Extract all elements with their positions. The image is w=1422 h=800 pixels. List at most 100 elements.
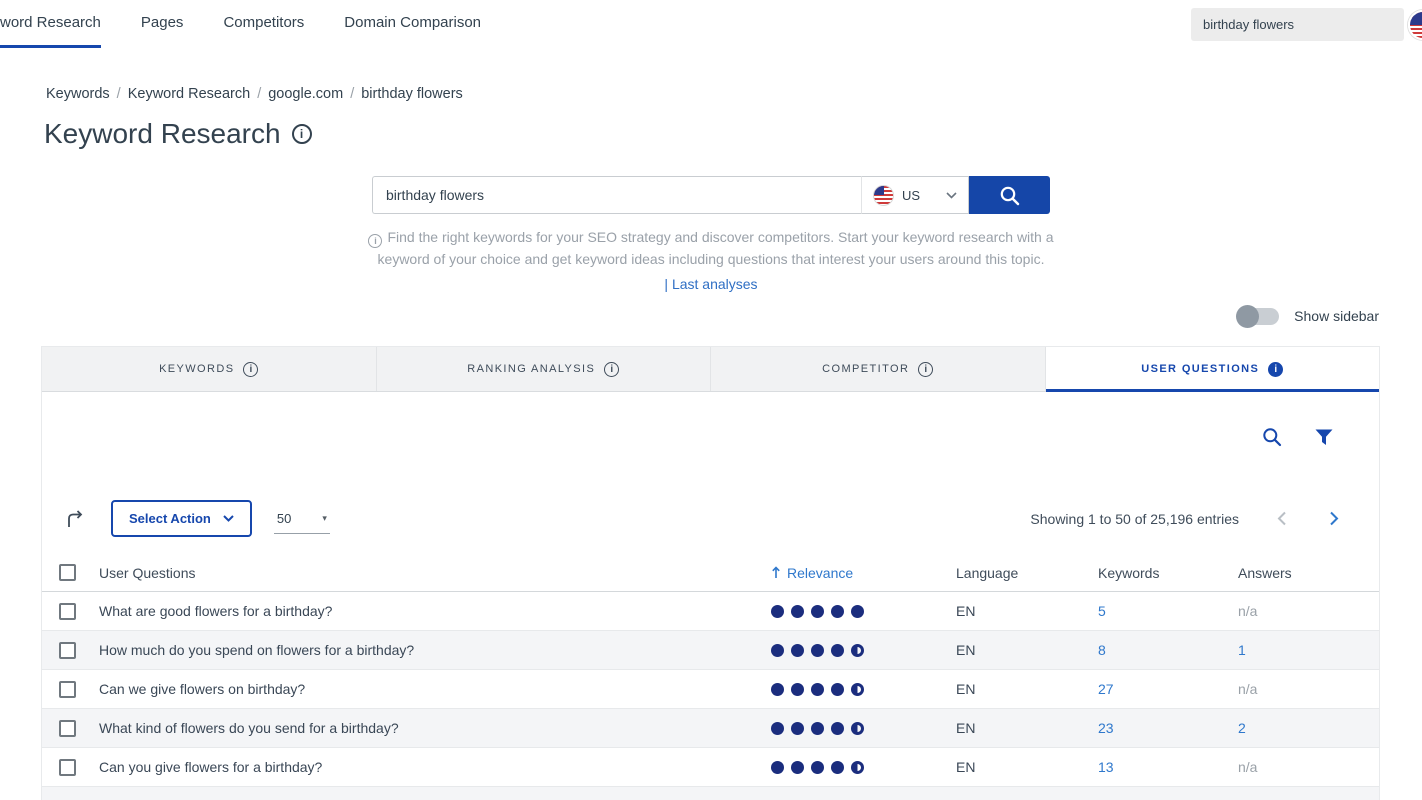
relevance-dot (791, 644, 804, 657)
question-cell: What are good flowers for a birthday? (99, 603, 771, 619)
breadcrumb-separator: / (350, 86, 354, 102)
answers-value: n/a (1238, 603, 1257, 619)
nav-item-domain-comparison[interactable]: Domain Comparison (344, 0, 481, 48)
table-body: What are good flowers for a birthday? EN 5… (42, 592, 1379, 787)
answers-count-link[interactable]: 1 (1238, 642, 1246, 658)
topnav-search-input[interactable] (1191, 8, 1404, 41)
chevron-down-icon (946, 186, 957, 204)
relevance-cell (771, 605, 956, 618)
keywords-count-link[interactable]: 13 (1098, 759, 1114, 775)
answers-value: n/a (1238, 759, 1257, 775)
row-checkbox[interactable] (59, 681, 76, 698)
relevance-dot (831, 683, 844, 696)
question-cell: What kind of flowers do you send for a b… (99, 720, 771, 736)
toggle-knob (1236, 305, 1259, 328)
keywords-count-link[interactable]: 23 (1098, 720, 1114, 736)
search-icon (999, 185, 1020, 206)
relevance-dot (851, 761, 864, 774)
relevance-dot (851, 605, 864, 618)
breadcrumb-separator: / (257, 86, 261, 102)
relevance-dot (851, 644, 864, 657)
tab-label: COMPETITOR (822, 363, 909, 375)
info-icon (918, 362, 933, 377)
tab-label: KEYWORDS (159, 363, 234, 375)
relevance-dot (771, 761, 784, 774)
search-description: Find the right keywords for your SEO str… (0, 226, 1422, 270)
top-nav: word Research Pages Competitors Domain Comp… (0, 0, 1422, 48)
column-header-relevance[interactable]: Relevance (771, 565, 853, 581)
column-header-language[interactable]: Language (956, 565, 1098, 581)
keywords-count-link[interactable]: 27 (1098, 681, 1114, 697)
relevance-dot (791, 722, 804, 735)
show-sidebar-toggle[interactable] (1237, 308, 1279, 325)
select-action-button[interactable]: Select Action (111, 500, 252, 537)
tab-label: USER QUESTIONS (1141, 363, 1259, 375)
breadcrumb-item-keywords[interactable]: Keywords (46, 86, 110, 102)
relevance-dot (811, 644, 824, 657)
page-title-text: Keyword Research (44, 118, 281, 150)
info-icon[interactable] (292, 124, 312, 144)
us-flag-icon[interactable] (1408, 10, 1422, 40)
breadcrumb-item-keyword-research[interactable]: Keyword Research (128, 86, 251, 102)
nav-item-competitors[interactable]: Competitors (223, 0, 304, 48)
language-cell: EN (956, 681, 1098, 697)
caret-down-icon: ▾ (322, 513, 327, 524)
row-checkbox[interactable] (59, 720, 76, 737)
panel-tools (42, 392, 1379, 448)
relevance-cell (771, 683, 956, 696)
select-all-checkbox[interactable] (59, 564, 76, 581)
keywords-count-link[interactable]: 5 (1098, 603, 1106, 619)
country-select[interactable]: US (862, 176, 969, 214)
column-header-user-questions: User Questions (99, 565, 771, 581)
breadcrumb-item-google-com[interactable]: google.com (268, 86, 343, 102)
keyword-search-form: US (0, 176, 1422, 214)
tab-user-questions[interactable]: USER QUESTIONS (1046, 347, 1380, 391)
answers-count-link[interactable]: 2 (1238, 720, 1246, 736)
topnav-search (1191, 8, 1422, 41)
export-icon[interactable] (65, 510, 85, 528)
relevance-dot (831, 722, 844, 735)
relevance-dot (791, 605, 804, 618)
relevance-cell (771, 722, 956, 735)
relevance-dot (851, 683, 864, 696)
filter-icon[interactable] (1315, 429, 1333, 446)
relevance-cell (771, 761, 956, 774)
last-analyses-link[interactable]: | Last analyses (0, 276, 1422, 292)
tab-keywords[interactable]: KEYWORDS (42, 347, 377, 391)
showing-entries-text: Showing 1 to 50 of 25,196 entries (1030, 511, 1239, 527)
nav-item-word-research[interactable]: word Research (0, 0, 101, 48)
breadcrumb-item-birthday-flowers[interactable]: birthday flowers (361, 86, 463, 102)
tab-ranking-analysis[interactable]: RANKING ANALYSIS (377, 347, 712, 391)
breadcrumb: Keywords/Keyword Research/google.com/bir… (46, 86, 1422, 102)
keyword-input[interactable] (372, 176, 862, 214)
tab-competitor[interactable]: COMPETITOR (711, 347, 1046, 391)
language-cell: EN (956, 642, 1098, 658)
row-checkbox[interactable] (59, 603, 76, 620)
row-checkbox[interactable] (59, 759, 76, 776)
column-header-keywords[interactable]: Keywords (1098, 565, 1238, 581)
search-button[interactable] (969, 176, 1050, 214)
table-row: Can we give flowers on birthday?EN27n/a (42, 670, 1379, 709)
relevance-dot (771, 644, 784, 657)
sidebar-toggle-row: Show sidebar (0, 304, 1379, 328)
nav-item-pages[interactable]: Pages (141, 0, 184, 48)
sort-asc-icon (771, 566, 781, 579)
relevance-dot (831, 644, 844, 657)
relevance-dot (791, 761, 804, 774)
table-row: Can you give flowers for a birthday?EN13… (42, 748, 1379, 787)
relevance-dot (771, 683, 784, 696)
keywords-count-link[interactable]: 8 (1098, 642, 1106, 658)
previous-page-icon[interactable] (1277, 511, 1287, 526)
table-search-icon[interactable] (1262, 427, 1282, 447)
relevance-cell (771, 644, 956, 657)
table-row: What kind of flowers do you send for a b… (42, 709, 1379, 748)
question-cell: How much do you spend on flowers for a b… (99, 642, 771, 658)
relevance-dot (831, 761, 844, 774)
country-code: US (902, 188, 920, 203)
row-checkbox[interactable] (59, 642, 76, 659)
page-size-select[interactable]: 50 ▾ (274, 504, 330, 534)
results-tabs: KEYWORDS RANKING ANALYSIS COMPETITOR USER Q… (42, 347, 1379, 392)
pagination: Showing 1 to 50 of 25,196 entries (1030, 511, 1339, 527)
next-page-icon[interactable] (1329, 511, 1339, 526)
column-header-answers[interactable]: Answers (1238, 565, 1379, 581)
